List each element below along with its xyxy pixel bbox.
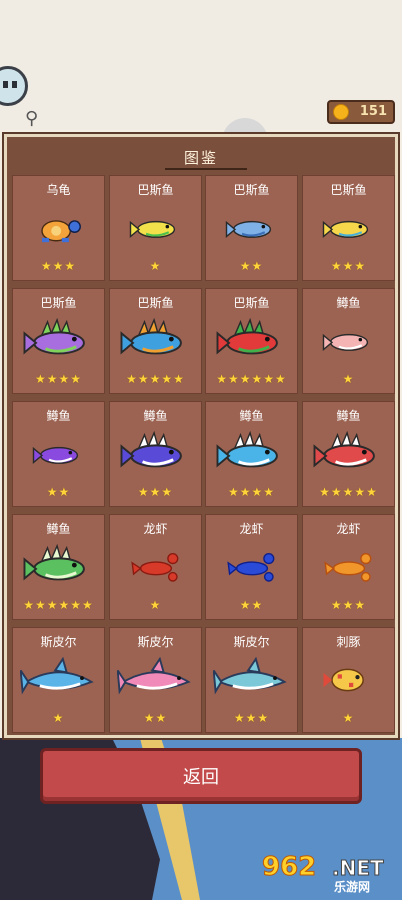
- card-name: 巴斯鱼: [330, 183, 367, 197]
- card-stars: ★★: [239, 598, 264, 612]
- card-stars: ★★★★: [227, 485, 276, 499]
- fishing-hook-icon: ⚲: [25, 108, 39, 129]
- shark-sprite: [116, 657, 191, 695]
- card-name: 斯皮尔: [137, 635, 174, 649]
- card-name: 刺豚: [336, 635, 361, 649]
- card-stars: ★★★: [40, 259, 77, 273]
- collection-card[interactable]: 巴斯鱼 ★★★★★: [109, 288, 202, 394]
- collection-card[interactable]: 鳟鱼 ★★: [12, 401, 105, 507]
- fish-sprite: [322, 220, 368, 239]
- card-name: 龙虾: [336, 522, 361, 536]
- watermark-sub: 乐游网: [334, 880, 371, 894]
- collection-card[interactable]: 鳟鱼 ★★★★★: [302, 401, 395, 507]
- puffer-sprite: [323, 668, 364, 692]
- collection-card[interactable]: 龙虾 ★: [109, 514, 202, 620]
- card-stars: ★★: [239, 259, 264, 273]
- title-divider: [165, 168, 247, 170]
- collection-card[interactable]: 鳟鱼 ★★★★★★: [12, 514, 105, 620]
- card-stars: ★★: [46, 485, 71, 499]
- spiky-sprite: [313, 431, 375, 468]
- card-name: 鳟鱼: [336, 296, 361, 310]
- card-stars: ★★★★★: [126, 372, 185, 386]
- coin-value: 151: [359, 104, 387, 119]
- spiky-sprite: [216, 318, 278, 355]
- spiky-sprite: [23, 544, 85, 581]
- card-stars: ★: [149, 259, 162, 273]
- card-name: 鳟鱼: [239, 409, 264, 423]
- card-stars: ★★★★★: [319, 485, 378, 499]
- card-stars: ★: [149, 598, 162, 612]
- collection-card[interactable]: 巴斯鱼 ★★: [205, 175, 298, 281]
- panel-title: 图鉴: [183, 149, 218, 167]
- card-stars: ★: [342, 372, 355, 386]
- collection-card[interactable]: 斯皮尔 ★★★: [205, 627, 298, 733]
- fish-sprite: [225, 220, 271, 239]
- card-name: 龙虾: [143, 522, 168, 536]
- collection-card[interactable]: 巴斯鱼 ★★★: [302, 175, 395, 281]
- collection-panel: 图鉴 乌龟 ★★★ 巴斯鱼 ★ 巴斯鱼 ★★ 巴斯鱼 ★★★ 巴斯鱼 ★★★★ …: [4, 134, 398, 738]
- coin-counter: 151: [327, 100, 395, 124]
- card-stars: ★: [342, 711, 355, 725]
- card-name: 巴斯鱼: [137, 296, 174, 310]
- card-name: 乌龟: [46, 183, 71, 197]
- watermark-number: 962: [261, 852, 317, 883]
- collection-card[interactable]: 巴斯鱼 ★: [109, 175, 202, 281]
- card-name: 鳟鱼: [143, 409, 168, 423]
- card-stars: ★★★★★★: [23, 598, 94, 612]
- card-stars: ★★★: [233, 711, 270, 725]
- spiky-sprite: [216, 431, 278, 468]
- card-name: 巴斯鱼: [233, 296, 270, 310]
- card-name: 龙虾: [239, 522, 264, 536]
- fish-sprite: [32, 446, 78, 465]
- coin-icon: [333, 104, 349, 120]
- card-stars: ★★★★★★: [216, 372, 287, 386]
- card-name: 巴斯鱼: [233, 183, 270, 197]
- spiky-sprite: [120, 431, 182, 468]
- collection-card[interactable]: 刺豚 ★: [302, 627, 395, 733]
- card-stars: ★★★: [330, 598, 367, 612]
- collection-card[interactable]: 巴斯鱼 ★★★★★★: [205, 288, 298, 394]
- card-name: 鳟鱼: [46, 522, 71, 536]
- card-stars: ★★★: [330, 259, 367, 273]
- lobster-sprite: [226, 553, 274, 582]
- collection-card[interactable]: 鳟鱼 ★★★: [109, 401, 202, 507]
- card-stars: ★: [52, 711, 65, 725]
- card-name: 巴斯鱼: [137, 183, 174, 197]
- card-name: 鳟鱼: [336, 409, 361, 423]
- back-button[interactable]: 返回: [40, 748, 362, 804]
- spiky-sprite: [120, 318, 182, 355]
- collection-card[interactable]: 巴斯鱼 ★★★★: [12, 288, 105, 394]
- shark-sprite: [212, 657, 287, 695]
- watermark-suffix: .NET: [332, 856, 385, 881]
- collection-card[interactable]: 鳟鱼 ★★★★: [205, 401, 298, 507]
- lobster-sprite: [130, 553, 178, 582]
- spiky-sprite: [23, 318, 85, 355]
- card-name: 斯皮尔: [233, 635, 270, 649]
- shark-sprite: [19, 657, 94, 695]
- card-name: 斯皮尔: [40, 635, 77, 649]
- card-stars: ★★: [143, 711, 168, 725]
- fish-sprite: [322, 333, 368, 352]
- card-name: 巴斯鱼: [40, 296, 77, 310]
- turtle-sprite: [40, 220, 81, 243]
- collection-card[interactable]: 鳟鱼 ★: [302, 288, 395, 394]
- fish-sprite: [129, 220, 175, 239]
- collection-card[interactable]: 龙虾 ★★: [205, 514, 298, 620]
- lobster-sprite: [323, 553, 371, 582]
- card-name: 鳟鱼: [46, 409, 71, 423]
- collection-card[interactable]: 斯皮尔 ★★: [109, 627, 202, 733]
- watermark-logo: 962 .NET 乐游网: [261, 852, 400, 896]
- card-stars: ★★★★: [34, 372, 83, 386]
- collection-card[interactable]: 龙虾 ★★★: [302, 514, 395, 620]
- collection-card[interactable]: 斯皮尔 ★: [12, 627, 105, 733]
- collection-card[interactable]: 乌龟 ★★★: [12, 175, 105, 281]
- card-stars: ★★★: [137, 485, 174, 499]
